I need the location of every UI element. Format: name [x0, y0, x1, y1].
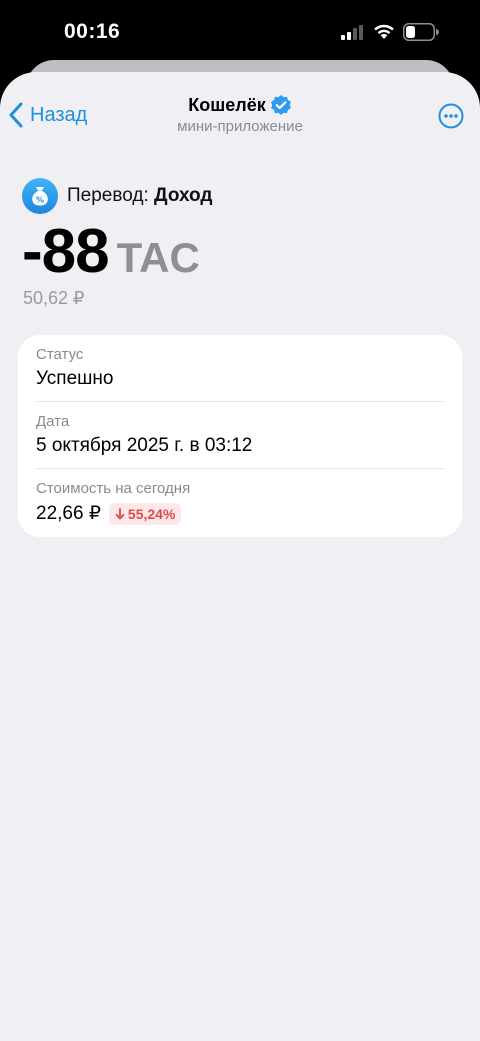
wallet-sheet: Назад Кошелёк мини-приложение % Перевод:…: [0, 72, 480, 1041]
detail-row-date: Дата 5 октября 2025 г. в 03:12: [36, 413, 444, 457]
date-value: 5 октября 2025 г. в 03:12: [36, 435, 253, 456]
status-value: Успешно: [36, 368, 114, 389]
nav-title-block: Кошелёк мини-приложение: [90, 94, 390, 136]
change-badge: 55,24%: [108, 502, 182, 525]
transaction-type: Перевод: Доход: [67, 185, 212, 207]
fiat-amount: 50,62 ₽: [23, 288, 85, 308]
status-label: Статус: [36, 346, 84, 363]
change-value: 55,24%: [127, 505, 176, 522]
chevron-left-icon: [9, 102, 23, 128]
percent-bag-icon: %: [22, 178, 58, 214]
detail-row-current-value: Стоимость на сегодня 22,66 ₽ 55,24%: [36, 480, 444, 525]
row-divider: [36, 468, 444, 469]
details-card: Статус Успешно Дата 5 октября 2025 г. в …: [18, 335, 462, 537]
detail-row-status: Статус Успешно: [36, 346, 444, 390]
back-button-label: Назад: [30, 103, 88, 126]
transaction-type-value: Доход: [154, 185, 213, 206]
nav-title: Кошелёк: [188, 94, 266, 115]
nav-title-row: Кошелёк: [188, 94, 291, 116]
transaction-type-label: Перевод:: [67, 185, 149, 206]
transaction-header: % Перевод: Доход: [22, 178, 212, 214]
svg-text:%: %: [36, 196, 44, 205]
status-bar: 00:16: [0, 0, 480, 62]
current-value-label: Стоимость на сегодня: [36, 480, 191, 497]
battery-icon: [403, 23, 439, 41]
more-options-icon[interactable]: [438, 103, 464, 129]
verified-badge-icon: [270, 95, 291, 115]
back-button[interactable]: Назад: [8, 101, 87, 129]
wifi-icon: [374, 24, 394, 39]
row-divider: [36, 401, 444, 402]
amount-currency: TAC: [116, 234, 200, 281]
amount-row: -88 TAC: [22, 216, 200, 290]
amount-value: -88: [22, 217, 110, 286]
current-value-row: 22,66 ₽ 55,24%: [36, 502, 444, 525]
arrow-down-icon: [115, 507, 125, 519]
cellular-signal-icon: [341, 25, 363, 40]
status-time: 00:16: [64, 20, 121, 43]
current-value: 22,66 ₽: [36, 503, 101, 524]
date-label: Дата: [36, 413, 70, 430]
screen: 00:16 Назад Кошелёк мини-приложение % Пе…: [0, 0, 480, 1041]
nav-subtitle: мини-приложение: [177, 118, 303, 135]
